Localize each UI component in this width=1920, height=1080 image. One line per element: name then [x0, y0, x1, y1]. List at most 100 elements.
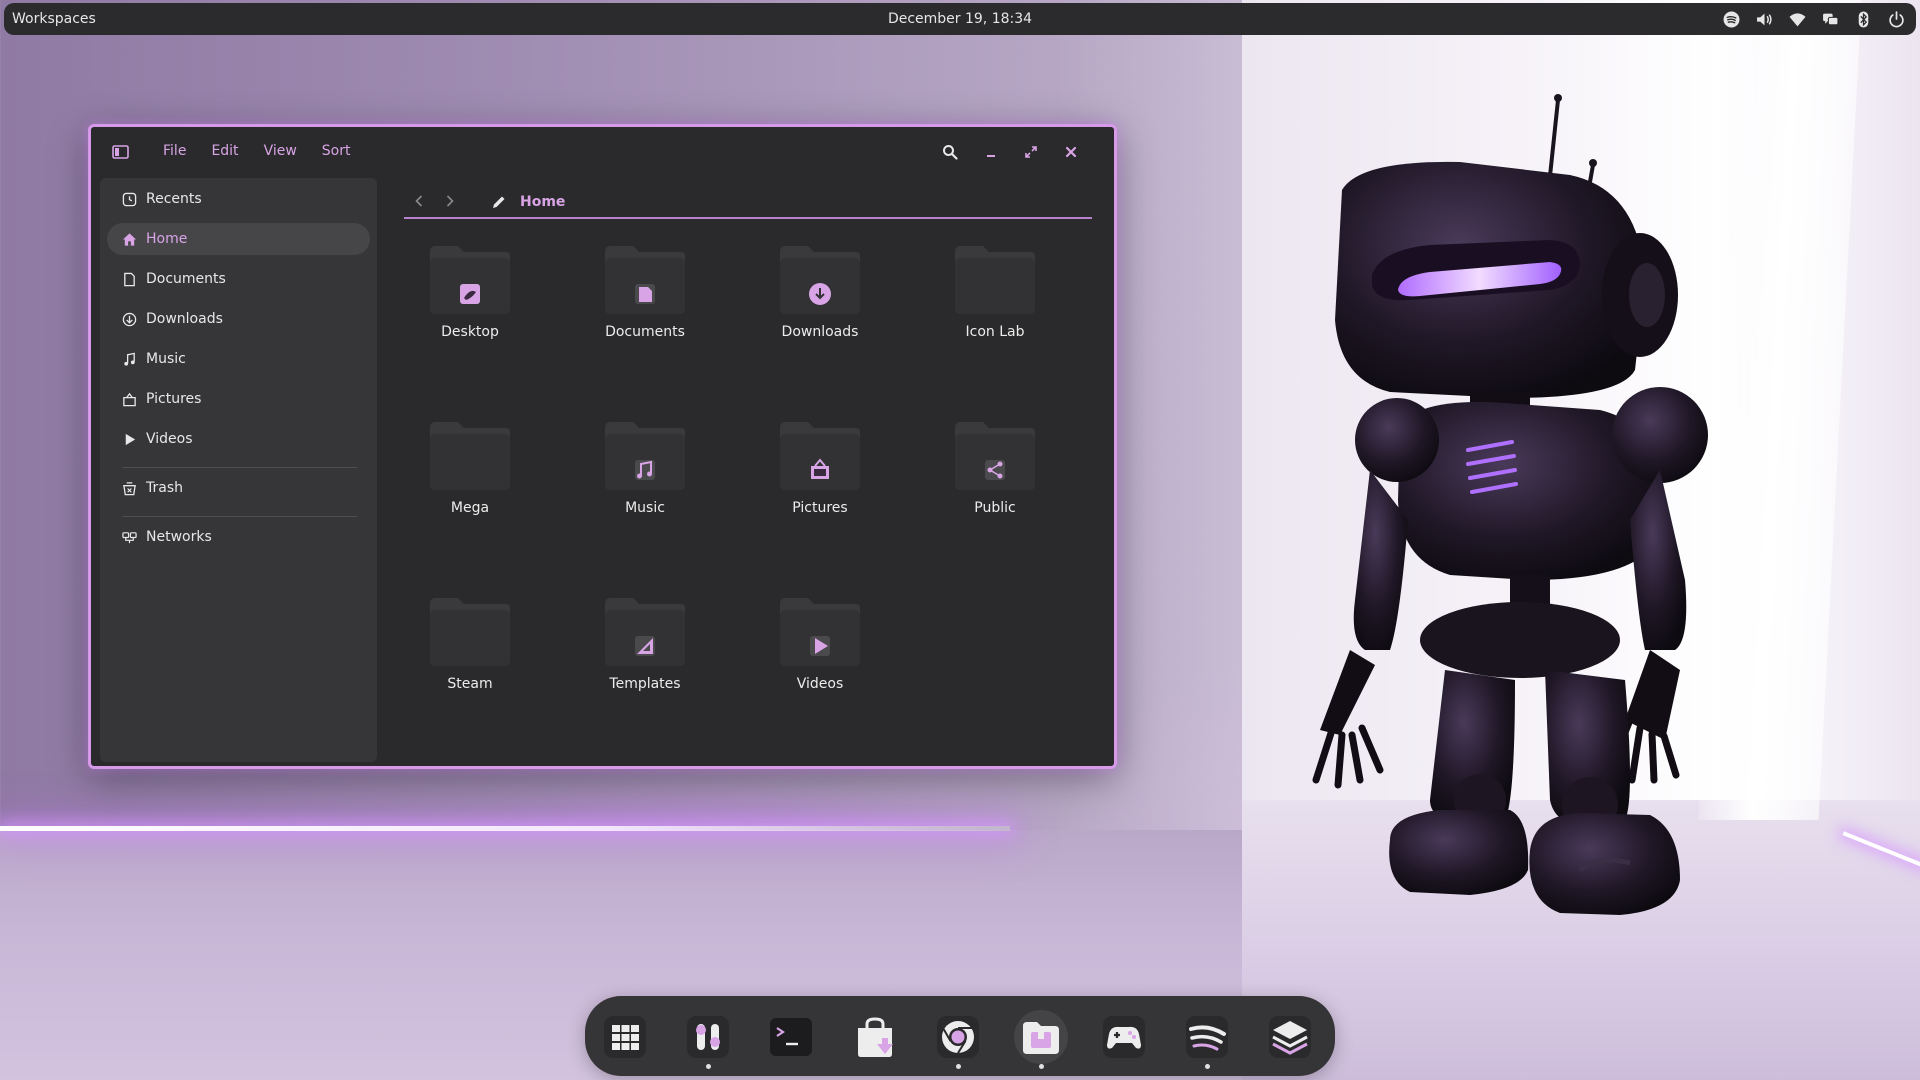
file-manager-window: File Edit View Sort Recents Home Documen…: [88, 124, 1117, 769]
sidebar-item-trash[interactable]: Trash: [107, 472, 370, 504]
folder-label: Desktop: [441, 324, 499, 340]
top-panel: Workspaces December 19, 18:34: [4, 3, 1916, 35]
sidebar-item-label: Home: [146, 231, 188, 247]
tweaks-icon: [687, 1016, 729, 1058]
dock-terminal[interactable]: [764, 1010, 818, 1064]
path-bar-underline: [404, 217, 1092, 219]
sidebar-item-label: Pictures: [146, 391, 202, 407]
folder-icon: [780, 246, 860, 314]
folder-templates[interactable]: Templates: [570, 594, 720, 714]
sidebar-separator: [122, 516, 357, 517]
folder-icon: [955, 422, 1035, 490]
folder-label: Public: [974, 500, 1016, 516]
folder-mega[interactable]: Mega: [395, 418, 545, 538]
folder-icon: [955, 246, 1035, 314]
folder-icon-lab[interactable]: Icon Lab: [920, 242, 1070, 362]
document-icon: [121, 271, 137, 287]
dock-software-store[interactable]: [848, 1010, 902, 1064]
close-icon[interactable]: [1060, 141, 1082, 163]
menu-edit[interactable]: Edit: [211, 143, 238, 159]
folder-icon: [430, 598, 510, 666]
folder-label: Icon Lab: [965, 324, 1025, 340]
menu-sort[interactable]: Sort: [322, 143, 351, 159]
trash-icon: [121, 480, 137, 496]
power-icon[interactable]: [1887, 10, 1906, 29]
maximize-icon[interactable]: [1020, 141, 1042, 163]
chrome-icon: [937, 1016, 979, 1058]
games-icon: [1103, 1016, 1145, 1058]
sidebar-separator: [122, 467, 357, 468]
sidebar-item-videos[interactable]: Videos: [107, 423, 370, 455]
places-sidebar: Recents Home Documents Downloads Music P…: [100, 178, 377, 762]
software-store-icon: [858, 1017, 893, 1057]
folder-label: Steam: [447, 676, 493, 692]
download-icon: [121, 311, 137, 327]
wallpaper-neon-line-right: [1842, 831, 1920, 869]
spotify-icon[interactable]: [1722, 10, 1741, 29]
robot-illustration: [1312, 94, 1708, 915]
chat-icon[interactable]: [1821, 10, 1840, 29]
clock-datetime[interactable]: December 19, 18:34: [4, 11, 1916, 27]
play-icon: [121, 431, 137, 447]
menubar: File Edit View Sort: [163, 143, 351, 159]
sidebar-item-pictures[interactable]: Pictures: [107, 383, 370, 415]
edit-path-icon[interactable]: [491, 194, 509, 212]
back-chevron-icon[interactable]: [411, 193, 431, 213]
clock-icon: [121, 191, 137, 207]
dock-app-grid[interactable]: [598, 1010, 652, 1064]
folder-icon: [605, 598, 685, 666]
search-icon[interactable]: [939, 141, 961, 163]
folder-documents[interactable]: Documents: [570, 242, 720, 362]
dock-spotify[interactable]: [1180, 1010, 1234, 1064]
sidebar-item-recents[interactable]: Recents: [107, 183, 370, 215]
folder-desktop[interactable]: Desktop: [395, 242, 545, 362]
breadcrumb-home[interactable]: Home: [520, 194, 565, 210]
sidebar-item-home[interactable]: Home: [107, 223, 370, 255]
home-icon: [121, 231, 137, 247]
folder-label: Downloads: [781, 324, 859, 340]
volume-icon[interactable]: [1755, 10, 1774, 29]
running-indicator: [1039, 1064, 1044, 1069]
sidebar-item-label: Recents: [146, 191, 202, 207]
dock-files[interactable]: [1014, 1010, 1068, 1064]
minimize-icon[interactable]: [980, 141, 1002, 163]
folder-downloads[interactable]: Downloads: [745, 242, 895, 362]
sidebar-item-networks[interactable]: Networks: [107, 521, 370, 553]
dock-layers[interactable]: [1263, 1010, 1317, 1064]
sidebar-item-label: Documents: [146, 271, 226, 287]
menu-file[interactable]: File: [163, 143, 186, 159]
running-indicator: [706, 1064, 711, 1069]
wifi-icon[interactable]: [1788, 10, 1807, 29]
folder-label: Documents: [605, 324, 685, 340]
sidebar-item-label: Trash: [146, 480, 183, 496]
dock-chrome[interactable]: [931, 1010, 985, 1064]
dock-tweaks[interactable]: [681, 1010, 735, 1064]
system-tray: [1722, 10, 1906, 29]
music-icon: [121, 351, 137, 367]
folder-videos[interactable]: Videos: [745, 594, 895, 714]
dock-games[interactable]: [1097, 1010, 1151, 1064]
bluetooth-icon[interactable]: [1854, 10, 1873, 29]
sidebar-item-music[interactable]: Music: [107, 343, 370, 375]
wallpaper-bright-room: [1242, 0, 1920, 830]
folder-steam[interactable]: Steam: [395, 594, 545, 714]
folder-label: Mega: [450, 500, 490, 516]
folder-icon: [605, 246, 685, 314]
headerbar: File Edit View Sort: [91, 127, 1114, 177]
sidebar-item-label: Downloads: [146, 311, 223, 327]
folder-music[interactable]: Music: [570, 418, 720, 538]
sidebar-item-downloads[interactable]: Downloads: [107, 303, 370, 335]
menu-view[interactable]: View: [264, 143, 297, 159]
dock: [585, 996, 1335, 1076]
terminal-icon: [770, 1018, 812, 1056]
folder-label: Templates: [609, 676, 681, 692]
folder-icon: [430, 422, 510, 490]
sidebar-item-documents[interactable]: Documents: [107, 263, 370, 295]
sidebar-toggle-icon[interactable]: [111, 143, 131, 161]
forward-chevron-icon[interactable]: [442, 193, 462, 213]
files-icon: [1023, 1022, 1059, 1054]
folder-public[interactable]: Public: [920, 418, 1070, 538]
folder-icon: [780, 422, 860, 490]
folder-pictures[interactable]: Pictures: [745, 418, 895, 538]
running-indicator: [1205, 1064, 1210, 1069]
